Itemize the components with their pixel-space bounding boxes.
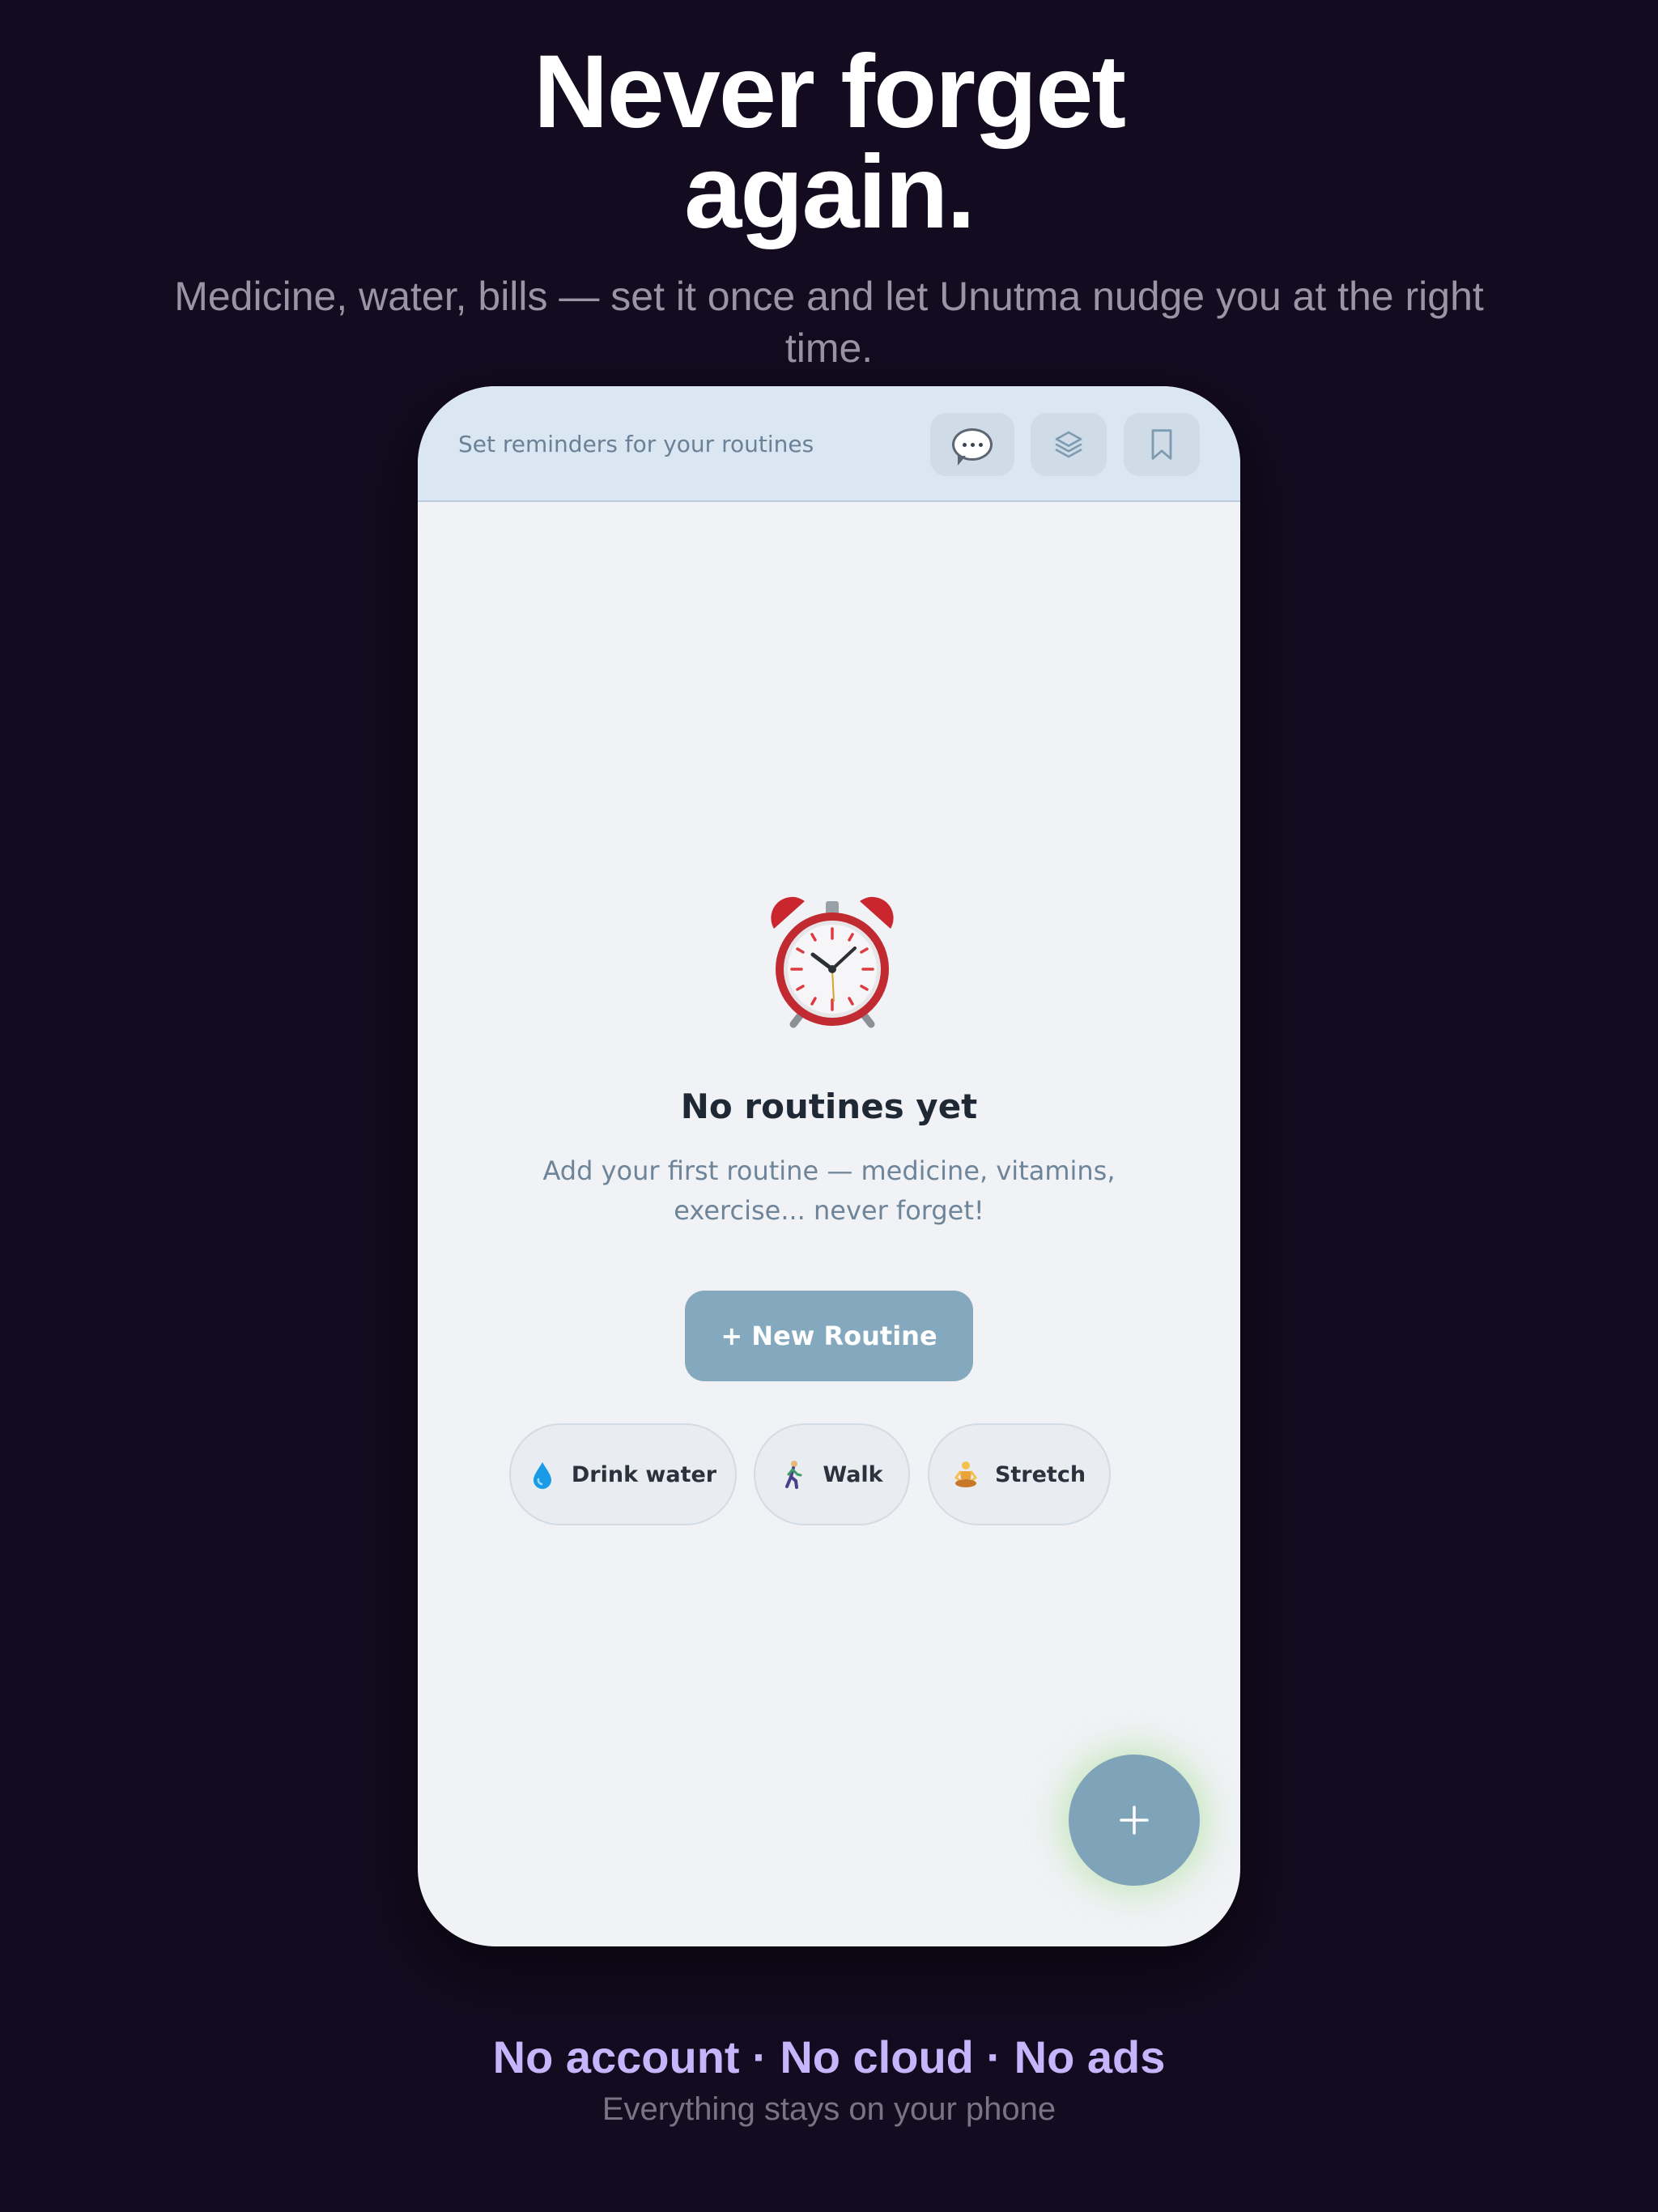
categories-button[interactable] <box>1031 413 1107 476</box>
footer-tagline: No account · No cloud · No ads <box>492 2031 1166 2082</box>
new-routine-button[interactable]: + New Routine <box>685 1291 973 1381</box>
plus-icon <box>1120 1806 1149 1835</box>
footer-subtext: Everything stays on your phone <box>602 2091 1056 2127</box>
droplet-icon <box>533 1462 551 1489</box>
suggestion-chip-drink-water[interactable]: Drink water <box>509 1423 737 1525</box>
hero-title: Never forget again. <box>0 34 1658 250</box>
hero-title-line-2: again. <box>684 134 976 250</box>
empty-state-description: Add your first routine — medicine, vitam… <box>542 1155 1116 1226</box>
header-caption: Set reminders for your routines <box>458 431 814 457</box>
speech-bubble-icon <box>952 428 993 466</box>
alarm-clock-icon <box>771 896 894 1028</box>
suggestion-chip-walk[interactable]: Walk <box>754 1423 910 1525</box>
empty-state-title: No routines yet <box>680 1087 978 1126</box>
layers-icon <box>1055 431 1082 458</box>
bookmark-icon <box>1151 429 1172 460</box>
meditating-person-icon <box>954 1461 977 1487</box>
add-routine-fab[interactable] <box>1069 1755 1200 1886</box>
feedback-button[interactable] <box>930 413 1014 476</box>
suggestion-chip-label: Drink water <box>571 1461 717 1487</box>
hero-subtitle: Medicine, water, bills — set it once and… <box>174 274 1484 371</box>
suggestion-chip-stretch[interactable]: Stretch <box>928 1423 1111 1525</box>
walking-person-icon <box>785 1461 802 1489</box>
suggestion-chip-label: Stretch <box>994 1461 1086 1487</box>
phone-screen: Set reminders for your routines No routi… <box>418 386 1240 1946</box>
bookmarks-button[interactable] <box>1124 413 1200 476</box>
suggestion-chip-label: Walk <box>823 1461 883 1487</box>
app-header: Set reminders for your routines <box>418 386 1240 502</box>
hero-title-line-1: Never forget <box>534 34 1126 150</box>
